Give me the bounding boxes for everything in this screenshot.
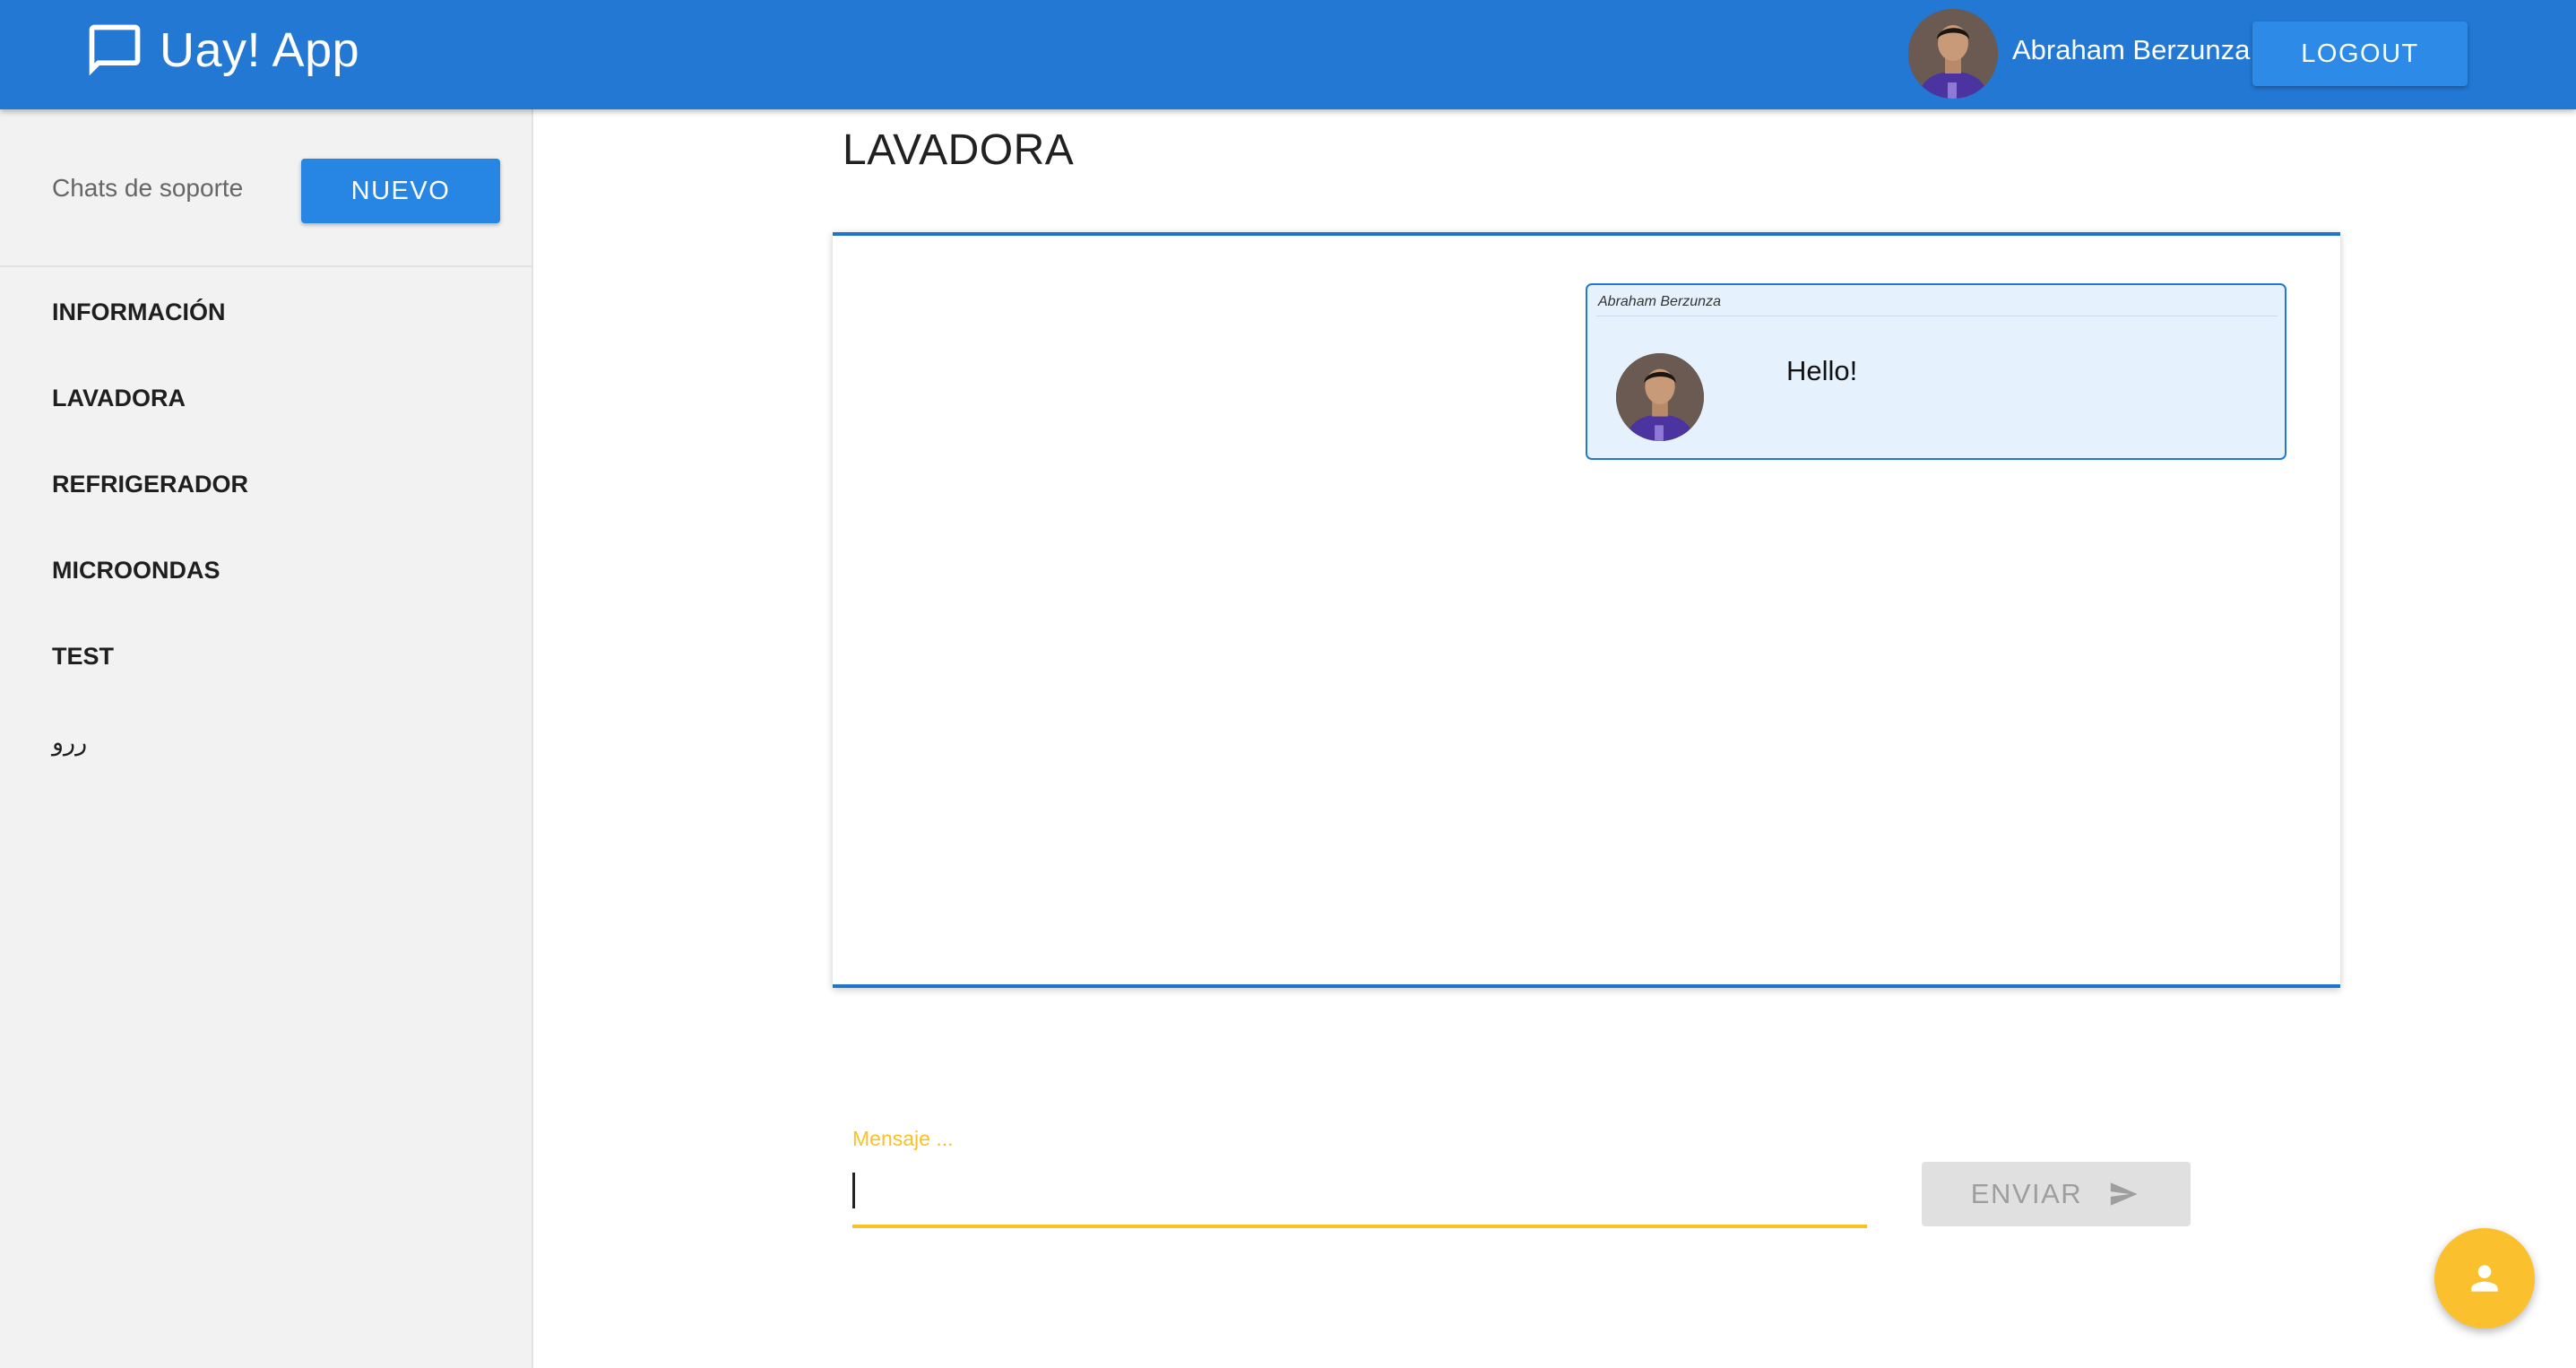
chat-list: INFORMACIÓN LAVADORA REFRIGERADOR MICROO… [0, 269, 533, 785]
message-input-label: Mensaje ... [852, 1127, 954, 1150]
message-author: Abraham Berzunza [1598, 294, 1721, 309]
user-avatar[interactable] [1908, 9, 1998, 99]
message-avatar [1616, 353, 1704, 441]
sidebar-header-label: Chats de soporte [52, 174, 244, 202]
send-icon [2111, 1182, 2138, 1206]
new-chat-button[interactable]: NUEVO [301, 159, 500, 223]
sidebar-header: Chats de soporte NUEVO [0, 109, 533, 267]
sidebar-item-test[interactable]: TEST [0, 613, 533, 699]
sidebar-item-lavadora[interactable]: LAVADORA [0, 355, 533, 441]
message-card: Abraham Berzunza Hello! [1586, 283, 2286, 460]
app-bar: Uay! App Abraham Berzunza LOGOUT [0, 0, 2576, 109]
sidebar: Chats de soporte NUEVO INFORMACIÓN LAVAD… [0, 109, 533, 1368]
text-cursor [852, 1173, 855, 1208]
chat-messages-panel[interactable]: Abraham Berzunza Hello! [833, 232, 2340, 988]
chat-title: LAVADORA [843, 126, 1075, 174]
logout-button[interactable]: LOGOUT [2252, 22, 2468, 86]
send-button[interactable]: ENVIAR [1922, 1162, 2191, 1226]
sidebar-item-arabic[interactable]: ررو [0, 699, 533, 785]
user-name: Abraham Berzunza [2012, 34, 2251, 65]
message-text: Hello! [1786, 355, 1858, 386]
brand: Uay! App [84, 20, 359, 81]
send-button-label: ENVIAR [1970, 1178, 2083, 1209]
sidebar-item-refrigerador[interactable]: REFRIGERADOR [0, 441, 533, 527]
app-title: Uay! App [160, 23, 360, 77]
message-input[interactable] [852, 1164, 1867, 1228]
person-icon [2471, 1265, 2498, 1292]
sidebar-item-informacion[interactable]: INFORMACIÓN [0, 269, 533, 355]
sidebar-item-microondas[interactable]: MICROONDAS [0, 527, 533, 613]
profile-fab[interactable] [2434, 1228, 2535, 1329]
chat-bubble-icon [89, 24, 141, 76]
